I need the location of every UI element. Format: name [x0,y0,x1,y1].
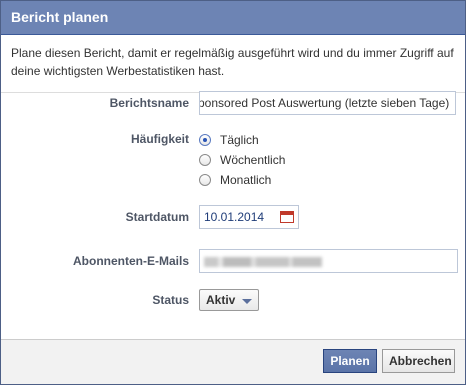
radio-monthly[interactable]: Monatlich [199,170,285,190]
calendar-icon[interactable] [280,211,294,223]
cancel-button[interactable]: Abbrechen [382,349,455,373]
start-date-value: 10.01.2014 [204,210,265,224]
radio-button[interactable] [199,174,211,186]
start-date-row: Startdatum 10.01.2014 [1,205,465,229]
radio-button[interactable] [199,154,211,166]
redacted-email [204,256,322,267]
report-name-label: Berichtsname [109,96,189,110]
schedule-button[interactable]: Planen [323,349,377,373]
status-selected-value: Aktiv [206,293,236,307]
schedule-report-dialog: Bericht planen Plane diesen Bericht, dam… [0,0,466,385]
dialog-intro-text: Plane diesen Bericht, damit er regelmäßi… [11,46,454,78]
subscriber-emails-input[interactable] [199,249,458,273]
frequency-label: Häufigkeit [130,132,189,146]
chevron-down-icon [242,298,253,304]
dialog-footer: Planen Abbrechen [1,339,465,384]
radio-weekly[interactable]: Wöchentlich [199,150,285,170]
frequency-radio-group: Täglich Wöchentlich Monatlich [199,130,285,190]
dialog-title: Bericht planen [1,1,465,35]
radio-button-checked[interactable] [199,134,211,146]
radio-weekly-label: Wöchentlich [220,153,286,167]
status-select[interactable]: Aktiv [199,289,260,311]
radio-daily[interactable]: Täglich [199,130,285,150]
status-label: Status [152,293,189,307]
radio-monthly-label: Monatlich [220,173,272,187]
status-select-wrap: Aktiv [199,289,260,311]
start-date-input[interactable]: 10.01.2014 [199,205,299,229]
start-date-label: Startdatum [125,210,189,224]
subscriber-emails-label: Abonnenten-E-Mails [73,254,189,268]
report-name-input[interactable]: Sponsored Post Auswertung (letzte sieben… [199,91,456,115]
radio-daily-label: Täglich [220,133,259,147]
